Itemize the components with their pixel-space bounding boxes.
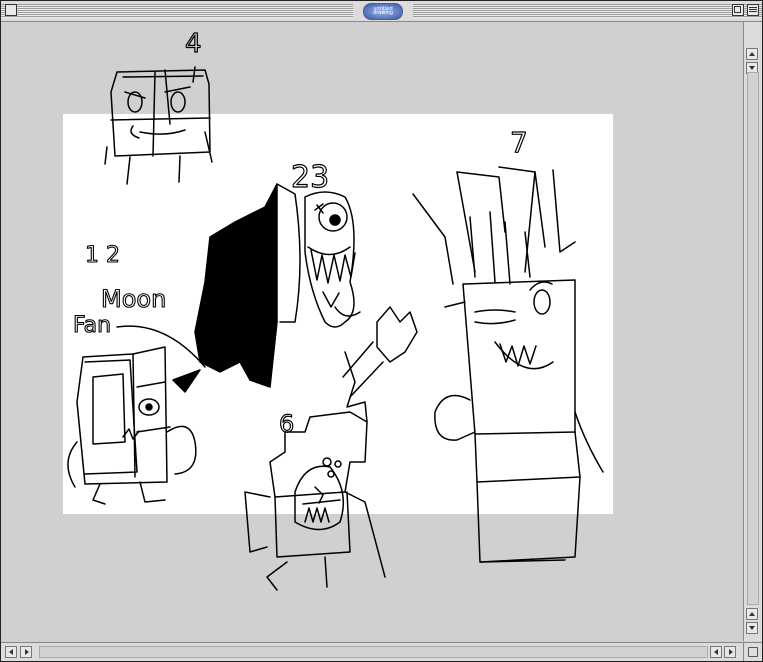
label-23: 23 xyxy=(291,160,329,195)
arrow-left-icon[interactable] xyxy=(5,646,17,658)
zoom-box-icon[interactable] xyxy=(732,4,744,16)
drawing-area[interactable]: 4 23 7 1 2 Moon Fan 6 xyxy=(5,22,741,641)
vertical-scrollbar[interactable] xyxy=(743,22,762,641)
label-6: 6 xyxy=(279,410,294,438)
horizontal-scroll-track[interactable] xyxy=(39,646,708,658)
resize-grip-icon[interactable] xyxy=(743,642,762,661)
title-bar[interactable]: untitled drawing xyxy=(1,1,762,22)
windowshade-icon[interactable] xyxy=(747,4,759,16)
arrow-up-icon[interactable] xyxy=(746,48,758,60)
arrow-right-icon[interactable] xyxy=(724,646,736,658)
vertical-scroll-track[interactable] xyxy=(747,72,759,605)
label-4: 4 xyxy=(185,29,202,59)
app-window: untitled drawing 4 23 7 1 2 Moon Fan 6 xyxy=(0,0,763,662)
label-moon: Moon xyxy=(101,285,166,313)
doodle-layer[interactable]: 4 23 7 1 2 Moon Fan 6 xyxy=(5,22,741,641)
arrow-left-icon[interactable] xyxy=(710,646,722,658)
arrow-down-icon[interactable] xyxy=(746,622,758,634)
arrow-right-icon[interactable] xyxy=(20,646,32,658)
arrow-up-icon[interactable] xyxy=(746,608,758,620)
close-box-icon[interactable] xyxy=(5,4,17,16)
horizontal-scrollbar[interactable] xyxy=(1,642,744,661)
doodle-cloaked-figure xyxy=(194,183,361,388)
doodle-bottom-left-character xyxy=(67,346,197,505)
label-1-2: 1 2 xyxy=(85,243,120,268)
doodle-tall-spiky-character xyxy=(412,166,604,563)
window-title-badge: untitled drawing xyxy=(363,3,403,20)
doodle-small-square-creature xyxy=(104,66,213,185)
label-fan: Fan xyxy=(73,313,111,338)
fan-arrow-head xyxy=(172,369,201,393)
window-title: untitled drawing xyxy=(372,6,394,16)
label-7: 7 xyxy=(510,126,528,159)
